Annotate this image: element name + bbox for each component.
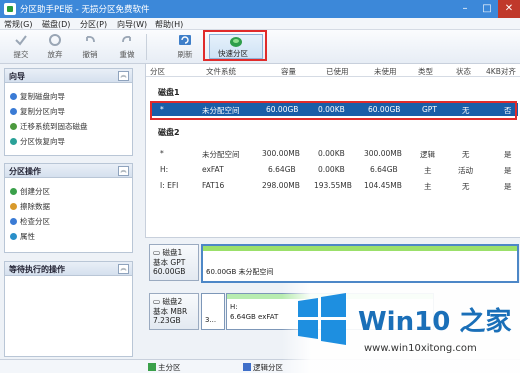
menu-partition[interactable]: 分区(P) [80, 19, 107, 30]
wizard-copy-disk[interactable]: 复制磁盘向导 [10, 91, 65, 102]
redo-icon [122, 35, 131, 43]
create-icon [10, 188, 17, 195]
recovery-icon [10, 138, 17, 145]
op-check-partition[interactable]: 检查分区 [10, 216, 50, 227]
watermark: Win10 之家 www.win10xitong.com [282, 283, 520, 373]
op-properties[interactable]: 属性 [10, 231, 35, 242]
window-title: 分区助手PE版 - 无损分区免费软件 [20, 5, 150, 15]
refresh-button[interactable]: 刷新 [170, 32, 200, 62]
app-logo-icon [4, 3, 16, 15]
windows-logo-icon [298, 293, 346, 345]
pending-ops-panel: 等待执行的操作 ︽ [4, 261, 133, 357]
disk1-unallocated-bar[interactable]: 60.00GB 未分配空间 [201, 244, 519, 283]
migrate-icon [10, 123, 17, 130]
wizard-partition-recovery[interactable]: 分区恢复向导 [10, 136, 65, 147]
collapse-icon[interactable]: ︽ [118, 71, 129, 81]
quick-partition-highlight: 快速分区 [203, 30, 267, 61]
properties-icon [10, 233, 17, 240]
op-create-partition[interactable]: 创建分区 [10, 186, 50, 197]
watermark-brand: Win10 之家 [358, 307, 512, 337]
legend-logical: 逻辑分区 [243, 362, 283, 373]
disk2-card[interactable]: ▭ 磁盘2 基本 MBR 7.23GB [149, 293, 199, 330]
selected-row-highlight [150, 101, 517, 120]
legend-primary: 主分区 [148, 362, 181, 373]
wizard-panel: 向导 ︽ 复制磁盘向导 复制分区向导 迁移系统到固态磁盘 分区恢复向导 [4, 68, 133, 156]
check-icon [15, 35, 27, 46]
copy-partition-icon [10, 108, 17, 115]
usage-fill [203, 246, 517, 251]
discard-button[interactable]: 放弃 [40, 32, 70, 62]
menu-general[interactable]: 常规(G) [4, 19, 32, 30]
op-wipe-data[interactable]: 擦除数据 [10, 201, 50, 212]
disk2-label: 磁盘2 [158, 128, 180, 137]
table-row[interactable]: I: EFI FAT16 298.00MB 193.55MB 104.45MB … [150, 180, 518, 192]
copy-disk-icon [10, 93, 17, 100]
menu-disk[interactable]: 磁盘(D) [42, 19, 70, 30]
undo-icon [86, 35, 95, 43]
discard-icon [49, 34, 61, 46]
watermark-url: www.win10xitong.com [364, 343, 477, 354]
partition-table: 分区 文件系统 容量 已使用 未使用 类型 状态 4KB对齐 磁盘1 * 未分配… [145, 64, 520, 237]
table-row[interactable]: * 未分配空间 300.00MB 0.00KB 300.00MB 逻辑 无 是 [150, 148, 518, 160]
maximize-button[interactable]: □ [476, 0, 498, 18]
refresh-icon [179, 35, 191, 45]
check-icon [10, 218, 17, 225]
primary-swatch-icon [148, 363, 156, 371]
disk1-label: 磁盘1 [158, 88, 180, 97]
wizard-panel-header[interactable]: 向导 ︽ [5, 69, 132, 83]
close-button[interactable]: ✕ [498, 0, 520, 18]
quick-partition-button[interactable]: 快速分区 [209, 34, 263, 59]
undo-button[interactable]: 撤销 [75, 32, 105, 62]
collapse-icon[interactable]: ︽ [118, 166, 129, 176]
menu-bar: 常规(G) 磁盘(D) 分区(P) 向导(W) 帮助(H) [0, 18, 520, 30]
submit-button[interactable]: 提交 [6, 32, 36, 62]
menu-help[interactable]: 帮助(H) [155, 19, 183, 30]
disk2-small-partition-bar[interactable]: 3... [201, 293, 225, 330]
disk-icon [230, 37, 242, 47]
menu-wizard[interactable]: 向导(W) [117, 19, 147, 30]
wipe-icon [10, 203, 17, 210]
title-bar: 分区助手PE版 - 无损分区免费软件 – □ ✕ [0, 0, 520, 18]
collapse-icon[interactable]: ︽ [118, 264, 129, 274]
partition-ops-panel: 分区操作 ︽ 创建分区 擦除数据 检查分区 属性 [4, 163, 133, 253]
table-row[interactable]: H: exFAT 6.64GB 0.00KB 6.64GB 主 活动 是 [150, 164, 518, 176]
logical-swatch-icon [243, 363, 251, 371]
wizard-migrate-os[interactable]: 迁移系统到固态磁盘 [10, 121, 88, 132]
pending-panel-header[interactable]: 等待执行的操作 ︽ [5, 262, 132, 276]
disk1-card[interactable]: ▭ 磁盘1 基本 GPT 60.00GB [149, 244, 199, 281]
redo-button[interactable]: 重做 [112, 32, 142, 62]
minimize-button[interactable]: – [454, 0, 476, 18]
toolbar-separator [146, 34, 147, 60]
wizard-copy-partition[interactable]: 复制分区向导 [10, 106, 65, 117]
header-divider [146, 76, 520, 77]
ops-panel-header[interactable]: 分区操作 ︽ [5, 164, 132, 178]
